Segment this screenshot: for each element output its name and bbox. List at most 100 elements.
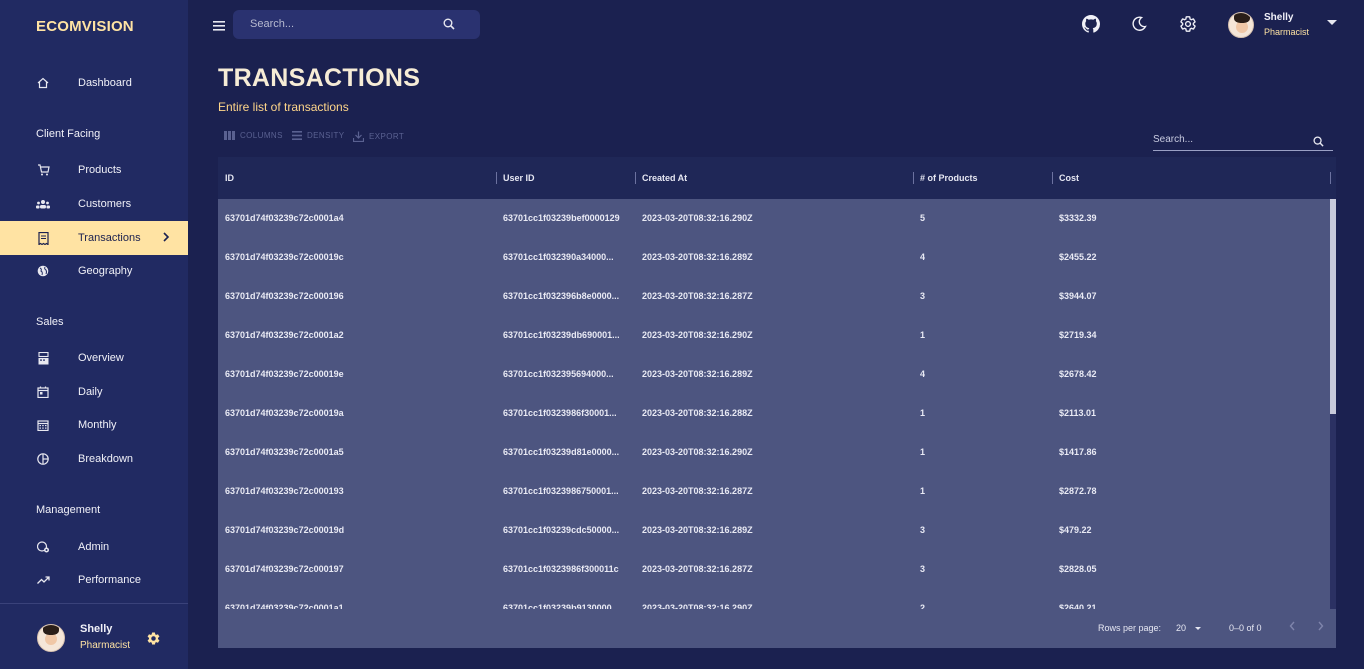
previous-page-button[interactable]	[1289, 620, 1296, 634]
cell-cost: $2678.42	[1059, 369, 1097, 379]
cell-user-id: 63701cc1f03239bef0000129	[503, 213, 620, 223]
settings-icon[interactable]	[1178, 14, 1198, 34]
table-row[interactable]: 63701d74f03239c72c00019d 63701cc1f03239cd…	[218, 511, 1330, 550]
table-row[interactable]: 63701d74f03239c72c000196 63701cc1f032396b…	[218, 277, 1330, 316]
sidebar-user-name: Shelly	[80, 623, 113, 635]
sidebar-item-products[interactable]: Products	[0, 154, 188, 186]
sidebar-item-performance[interactable]: Performance	[0, 564, 188, 596]
columns-label: COLUMNS	[240, 131, 283, 140]
page-title: TRANSACTIONS	[218, 64, 421, 92]
table-row[interactable]: 63701d74f03239c72c00019e 63701cc1f0323956…	[218, 355, 1330, 394]
table-row[interactable]: 63701d74f03239c72c00019a 63701cc1f0323986…	[218, 394, 1330, 433]
sidebar-item-monthly[interactable]: Monthly	[0, 409, 188, 441]
sidebar-item-label: Daily	[78, 386, 103, 398]
transactions-table: ID User ID Created At # of Products Cost…	[218, 157, 1336, 648]
table-search-input[interactable]: Search...	[1153, 131, 1333, 151]
sidebar-item-label: Customers	[78, 198, 132, 210]
cell-created-at: 2023-03-20T08:32:16.290Z	[642, 330, 753, 340]
search-icon[interactable]	[443, 17, 455, 35]
gear-icon[interactable]	[146, 631, 161, 651]
sidebar-item-transactions[interactable]: Transactions	[0, 221, 188, 255]
column-separator[interactable]	[496, 172, 497, 184]
admin-panel-icon	[36, 540, 50, 554]
column-separator[interactable]	[913, 172, 914, 184]
cell-created-at: 2023-03-20T08:32:16.289Z	[642, 369, 753, 379]
github-icon[interactable]	[1081, 14, 1101, 34]
sidebar-item-overview[interactable]: Overview	[0, 342, 188, 374]
search-placeholder: Search...	[250, 18, 295, 30]
next-page-button[interactable]	[1317, 620, 1324, 634]
table-row[interactable]: 63701d74f03239c72c0001a1 63701cc1f03239b9…	[218, 589, 1330, 609]
dark-mode-icon[interactable]	[1129, 14, 1149, 34]
sidebar-item-geography[interactable]: Geography	[0, 255, 188, 287]
cell-products: 3	[920, 291, 926, 301]
topbar-user-name: Shelly	[1264, 12, 1294, 23]
cell-id: 63701d74f03239c72c000196	[225, 291, 344, 301]
cell-products: 5	[920, 213, 926, 223]
pagination-range: 0–0 of 0	[1229, 623, 1262, 633]
density-button[interactable]: DENSITY	[292, 131, 344, 140]
table-row[interactable]: 63701d74f03239c72c0001a2 63701cc1f03239db…	[218, 316, 1330, 355]
chevron-down-icon[interactable]	[1327, 20, 1337, 25]
sidebar-user-role: Pharmacist	[80, 640, 131, 651]
column-header-cost[interactable]: Cost	[1059, 173, 1079, 183]
sidebar-user-footer: Shelly Pharmacist	[0, 603, 188, 669]
avatar[interactable]	[1228, 12, 1254, 38]
sidebar-item-customers[interactable]: Customers	[0, 188, 188, 220]
column-header-created-at[interactable]: Created At	[642, 173, 687, 183]
avatar[interactable]	[37, 624, 65, 652]
table-row[interactable]: 63701d74f03239c72c000197 63701cc1f0323986…	[218, 550, 1330, 589]
cell-user-id: 63701cc1f0323986f300011c	[503, 564, 619, 574]
chevron-down-icon[interactable]	[1195, 627, 1201, 630]
sidebar-item-admin[interactable]: Admin	[0, 531, 188, 563]
cell-cost: $2719.34	[1059, 330, 1097, 340]
rows-per-page-select[interactable]: 20	[1176, 623, 1186, 633]
search-input[interactable]: Search...	[233, 10, 480, 39]
cell-created-at: 2023-03-20T08:32:16.287Z	[642, 291, 753, 301]
scrollbar-thumb[interactable]	[1330, 199, 1336, 414]
column-header-id[interactable]: ID	[225, 173, 234, 183]
table-row[interactable]: 63701d74f03239c72c000193 63701cc1f0323986…	[218, 472, 1330, 511]
sidebar-item-dashboard[interactable]: Dashboard	[0, 67, 188, 99]
table-search-placeholder: Search...	[1153, 134, 1194, 145]
column-header-products[interactable]: # of Products	[920, 173, 978, 183]
cell-products: 1	[920, 330, 926, 340]
cell-products: 4	[920, 369, 926, 379]
download-icon	[353, 131, 364, 142]
search-icon[interactable]	[1313, 134, 1324, 152]
home-icon	[36, 76, 50, 90]
brand-logo[interactable]: ECOMVISION	[36, 18, 134, 35]
column-separator[interactable]	[1052, 172, 1053, 184]
cell-user-id: 63701cc1f0323986750001...	[503, 486, 619, 496]
page-subtitle: Entire list of transactions	[218, 100, 349, 114]
density-icon	[292, 131, 302, 140]
sidebar-item-label: Overview	[78, 352, 124, 364]
table-row[interactable]: 63701d74f03239c72c0001a4 63701cc1f03239be…	[218, 199, 1330, 238]
cell-products: 1	[920, 408, 926, 418]
table-row[interactable]: 63701d74f03239c72c00019c 63701cc1f032390a…	[218, 238, 1330, 277]
sidebar-item-breakdown[interactable]: Breakdown	[0, 443, 188, 475]
sidebar-item-label: Geography	[78, 265, 133, 277]
cell-id: 63701d74f03239c72c0001a4	[225, 213, 344, 223]
export-label: EXPORT	[369, 132, 405, 141]
cell-products: 3	[920, 525, 926, 535]
receipt-icon	[36, 231, 50, 245]
export-button[interactable]: EXPORT	[353, 131, 404, 142]
table-row[interactable]: 63701d74f03239c72c0001a5 63701cc1f03239d8…	[218, 433, 1330, 472]
topbar-user-role: Pharmacist	[1264, 27, 1310, 37]
cell-cost: $2872.78	[1059, 486, 1097, 496]
trending-up-icon	[36, 573, 50, 587]
cell-id: 63701d74f03239c72c00019c	[225, 252, 344, 262]
cell-id: 63701d74f03239c72c00019d	[225, 525, 345, 535]
column-header-user-id[interactable]: User ID	[503, 173, 535, 183]
columns-button[interactable]: COLUMNS	[224, 131, 283, 140]
vertical-scrollbar[interactable]	[1330, 199, 1336, 609]
cell-user-id: 63701cc1f03239d81e0000...	[503, 447, 620, 457]
chevron-left-icon	[1289, 621, 1295, 631]
sidebar: ECOMVISION Dashboard Client Facing Produ…	[0, 0, 188, 669]
sidebar-item-daily[interactable]: Daily	[0, 376, 188, 408]
cell-id: 63701d74f03239c72c000197	[225, 564, 344, 574]
menu-icon[interactable]	[213, 18, 225, 36]
column-separator[interactable]	[635, 172, 636, 184]
column-separator[interactable]	[1330, 172, 1331, 184]
